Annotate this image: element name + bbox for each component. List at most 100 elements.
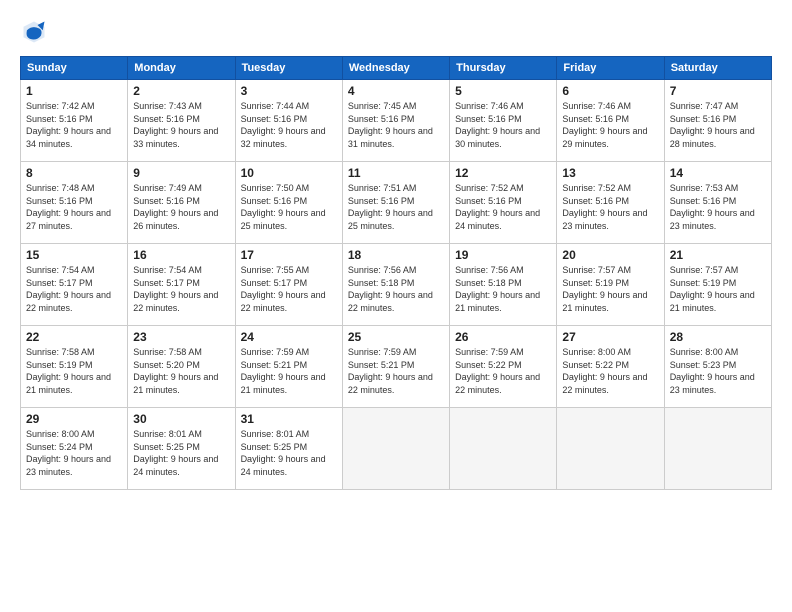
day-detail: Sunrise: 7:45 AMSunset: 5:16 PMDaylight:… (348, 100, 444, 150)
day-detail: Sunrise: 7:46 AMSunset: 5:16 PMDaylight:… (455, 100, 551, 150)
day-detail: Sunrise: 7:46 AMSunset: 5:16 PMDaylight:… (562, 100, 658, 150)
table-row: 7 Sunrise: 7:47 AMSunset: 5:16 PMDaylight… (664, 80, 771, 162)
day-number: 17 (241, 248, 337, 262)
table-row: 12Sunrise: 7:52 AMSunset: 5:16 PMDayligh… (450, 162, 557, 244)
day-number: 15 (26, 248, 122, 262)
table-row: 21Sunrise: 7:57 AMSunset: 5:19 PMDayligh… (664, 244, 771, 326)
day-number: 22 (26, 330, 122, 344)
table-row: 27 Sunrise: 8:00 AMSunset: 5:22 PMDayligh… (557, 326, 664, 408)
day-number: 26 (455, 330, 551, 344)
day-detail: Sunrise: 7:43 AMSunset: 5:16 PMDaylight:… (133, 100, 229, 150)
table-row: 18 Sunrise: 7:56 AMSunset: 5:18 PMDayligh… (342, 244, 449, 326)
table-row: 13 Sunrise: 7:52 AMSunset: 5:16 PMDayligh… (557, 162, 664, 244)
day-detail: Sunrise: 7:58 AMSunset: 5:19 PMDaylight:… (26, 346, 122, 396)
col-friday: Friday (557, 57, 664, 80)
day-number: 4 (348, 84, 444, 98)
table-row: 8 Sunrise: 7:48 AMSunset: 5:16 PMDaylight… (21, 162, 128, 244)
calendar-row: 15 Sunrise: 7:54 AMSunset: 5:17 PMDayligh… (21, 244, 772, 326)
calendar-row: 8 Sunrise: 7:48 AMSunset: 5:16 PMDaylight… (21, 162, 772, 244)
col-saturday: Saturday (664, 57, 771, 80)
day-number: 23 (133, 330, 229, 344)
table-row: 23 Sunrise: 7:58 AMSunset: 5:20 PMDayligh… (128, 326, 235, 408)
day-detail: Sunrise: 8:01 AMSunset: 5:25 PMDaylight:… (241, 428, 337, 478)
calendar-table: Sunday Monday Tuesday Wednesday Thursday… (20, 56, 772, 490)
day-detail: Sunrise: 7:50 AMSunset: 5:16 PMDaylight:… (241, 182, 337, 232)
day-detail: Sunrise: 8:00 AMSunset: 5:23 PMDaylight:… (670, 346, 766, 396)
day-number: 20 (562, 248, 658, 262)
day-detail: Sunrise: 7:42 AMSunset: 5:16 PMDaylight:… (26, 100, 122, 150)
day-number: 19 (455, 248, 551, 262)
logo (20, 18, 52, 46)
logo-icon (20, 18, 48, 46)
day-detail: Sunrise: 7:59 AMSunset: 5:21 PMDaylight:… (241, 346, 337, 396)
col-tuesday: Tuesday (235, 57, 342, 80)
day-number: 2 (133, 84, 229, 98)
day-number: 14 (670, 166, 766, 180)
day-number: 13 (562, 166, 658, 180)
table-row: 26 Sunrise: 7:59 AMSunset: 5:22 PMDayligh… (450, 326, 557, 408)
day-detail: Sunrise: 7:54 AMSunset: 5:17 PMDaylight:… (133, 264, 229, 314)
day-number: 3 (241, 84, 337, 98)
day-number: 30 (133, 412, 229, 426)
day-detail: Sunrise: 7:58 AMSunset: 5:20 PMDaylight:… (133, 346, 229, 396)
day-number: 24 (241, 330, 337, 344)
empty-cell (557, 408, 664, 490)
day-number: 18 (348, 248, 444, 262)
day-detail: Sunrise: 7:57 AMSunset: 5:19 PMDaylight:… (670, 264, 766, 314)
col-monday: Monday (128, 57, 235, 80)
day-detail: Sunrise: 7:53 AMSunset: 5:16 PMDaylight:… (670, 182, 766, 232)
table-row: 3 Sunrise: 7:44 AMSunset: 5:16 PMDaylight… (235, 80, 342, 162)
empty-cell (450, 408, 557, 490)
table-row: 15 Sunrise: 7:54 AMSunset: 5:17 PMDayligh… (21, 244, 128, 326)
day-number: 8 (26, 166, 122, 180)
day-detail: Sunrise: 7:47 AMSunset: 5:16 PMDaylight:… (670, 100, 766, 150)
day-detail: Sunrise: 7:52 AMSunset: 5:16 PMDaylight:… (562, 182, 658, 232)
table-row: 19 Sunrise: 7:56 AMSunset: 5:18 PMDayligh… (450, 244, 557, 326)
empty-cell (342, 408, 449, 490)
day-detail: Sunrise: 7:56 AMSunset: 5:18 PMDaylight:… (455, 264, 551, 314)
table-row: 25 Sunrise: 7:59 AMSunset: 5:21 PMDayligh… (342, 326, 449, 408)
day-detail: Sunrise: 7:59 AMSunset: 5:22 PMDaylight:… (455, 346, 551, 396)
table-row: 20 Sunrise: 7:57 AMSunset: 5:19 PMDayligh… (557, 244, 664, 326)
table-row: 5 Sunrise: 7:46 AMSunset: 5:16 PMDaylight… (450, 80, 557, 162)
empty-cell (664, 408, 771, 490)
table-row: 24 Sunrise: 7:59 AMSunset: 5:21 PMDayligh… (235, 326, 342, 408)
day-number: 29 (26, 412, 122, 426)
day-detail: Sunrise: 7:51 AMSunset: 5:16 PMDaylight:… (348, 182, 444, 232)
table-row: 10Sunrise: 7:50 AMSunset: 5:16 PMDayligh… (235, 162, 342, 244)
table-row: 14 Sunrise: 7:53 AMSunset: 5:16 PMDayligh… (664, 162, 771, 244)
table-row: 2 Sunrise: 7:43 AMSunset: 5:16 PMDaylight… (128, 80, 235, 162)
page: Sunday Monday Tuesday Wednesday Thursday… (0, 0, 792, 612)
day-detail: Sunrise: 8:00 AMSunset: 5:22 PMDaylight:… (562, 346, 658, 396)
day-number: 5 (455, 84, 551, 98)
col-wednesday: Wednesday (342, 57, 449, 80)
page-header (20, 18, 772, 46)
col-sunday: Sunday (21, 57, 128, 80)
day-number: 31 (241, 412, 337, 426)
day-number: 16 (133, 248, 229, 262)
table-row: 6Sunrise: 7:46 AMSunset: 5:16 PMDaylight… (557, 80, 664, 162)
calendar-header-row: Sunday Monday Tuesday Wednesday Thursday… (21, 57, 772, 80)
table-row: 17 Sunrise: 7:55 AMSunset: 5:17 PMDayligh… (235, 244, 342, 326)
day-detail: Sunrise: 8:01 AMSunset: 5:25 PMDaylight:… (133, 428, 229, 478)
day-detail: Sunrise: 7:59 AMSunset: 5:21 PMDaylight:… (348, 346, 444, 396)
day-detail: Sunrise: 7:48 AMSunset: 5:16 PMDaylight:… (26, 182, 122, 232)
table-row: 1 Sunrise: 7:42 AMSunset: 5:16 PMDaylight… (21, 80, 128, 162)
table-row: 4 Sunrise: 7:45 AMSunset: 5:16 PMDaylight… (342, 80, 449, 162)
day-detail: Sunrise: 7:55 AMSunset: 5:17 PMDaylight:… (241, 264, 337, 314)
day-detail: Sunrise: 7:49 AMSunset: 5:16 PMDaylight:… (133, 182, 229, 232)
table-row: 16 Sunrise: 7:54 AMSunset: 5:17 PMDayligh… (128, 244, 235, 326)
calendar-row: 1 Sunrise: 7:42 AMSunset: 5:16 PMDaylight… (21, 80, 772, 162)
day-detail: Sunrise: 7:54 AMSunset: 5:17 PMDaylight:… (26, 264, 122, 314)
day-detail: Sunrise: 7:57 AMSunset: 5:19 PMDaylight:… (562, 264, 658, 314)
day-number: 7 (670, 84, 766, 98)
day-number: 1 (26, 84, 122, 98)
day-detail: Sunrise: 7:56 AMSunset: 5:18 PMDaylight:… (348, 264, 444, 314)
day-number: 11 (348, 166, 444, 180)
table-row: 29Sunrise: 8:00 AMSunset: 5:24 PMDayligh… (21, 408, 128, 490)
day-detail: Sunrise: 7:44 AMSunset: 5:16 PMDaylight:… (241, 100, 337, 150)
table-row: 11 Sunrise: 7:51 AMSunset: 5:16 PMDayligh… (342, 162, 449, 244)
day-number: 27 (562, 330, 658, 344)
table-row: 30 Sunrise: 8:01 AMSunset: 5:25 PMDayligh… (128, 408, 235, 490)
day-number: 25 (348, 330, 444, 344)
